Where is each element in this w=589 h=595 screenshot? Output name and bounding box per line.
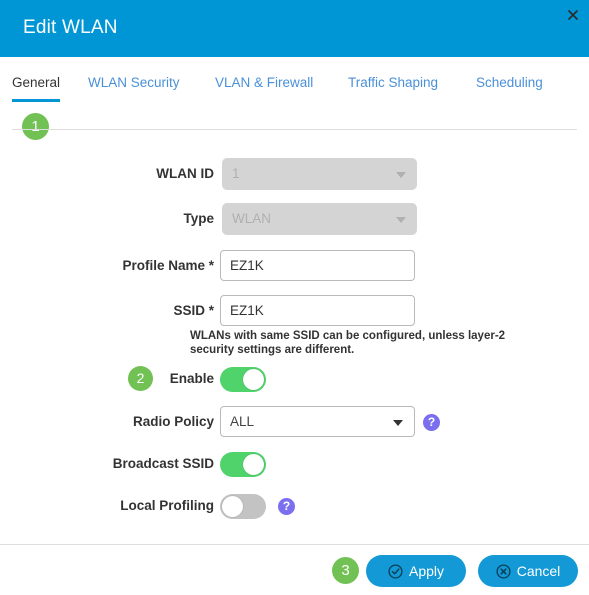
tab-general[interactable]: General bbox=[12, 75, 61, 102]
ssid-label: SSID * bbox=[173, 303, 214, 318]
field-row-wlan-id: WLAN ID 1 bbox=[0, 158, 589, 190]
local-profiling-label: Local Profiling bbox=[120, 498, 214, 513]
type-value: WLAN bbox=[232, 211, 272, 226]
x-circle-icon bbox=[496, 558, 511, 590]
toggle-knob bbox=[243, 369, 264, 390]
toggle-knob bbox=[243, 454, 264, 475]
field-row-ssid: SSID * bbox=[0, 295, 589, 327]
tab-scheduling[interactable]: Scheduling bbox=[476, 75, 543, 99]
tab-bar: General WLAN Security VLAN & Firewall Tr… bbox=[0, 57, 589, 105]
dialog-titlebar: Edit WLAN bbox=[0, 0, 589, 57]
profile-name-input[interactable] bbox=[220, 250, 415, 281]
apply-button[interactable]: Apply bbox=[366, 555, 466, 587]
callout-badge-3: 3 bbox=[332, 557, 359, 584]
chevron-down-icon bbox=[396, 217, 406, 223]
ssid-help-text: WLANs with same SSID can be configured, … bbox=[190, 330, 506, 356]
callout-badge-1: 1 bbox=[22, 113, 49, 140]
help-icon[interactable]: ? bbox=[423, 414, 440, 431]
radio-policy-value: ALL bbox=[230, 414, 255, 429]
wlan-id-label: WLAN ID bbox=[156, 166, 214, 181]
enable-label: Enable bbox=[169, 371, 214, 386]
radio-policy-dropdown[interactable]: ALL bbox=[220, 406, 415, 437]
field-row-type: Type WLAN bbox=[0, 203, 589, 235]
local-profiling-toggle[interactable] bbox=[220, 494, 266, 519]
type-label: Type bbox=[183, 211, 214, 226]
profile-name-label: Profile Name * bbox=[122, 258, 214, 273]
field-row-profile-name: Profile Name * bbox=[0, 250, 589, 282]
tab-vlan-firewall[interactable]: VLAN & Firewall bbox=[215, 75, 313, 99]
help-icon[interactable]: ? bbox=[278, 498, 295, 515]
enable-toggle[interactable] bbox=[220, 367, 266, 392]
apply-button-label: Apply bbox=[408, 563, 445, 579]
close-icon[interactable] bbox=[564, 6, 582, 24]
content-divider-top bbox=[12, 129, 577, 130]
check-circle-icon bbox=[388, 558, 403, 590]
broadcast-ssid-label: Broadcast SSID bbox=[112, 456, 214, 471]
chevron-down-icon bbox=[396, 172, 406, 178]
broadcast-ssid-toggle[interactable] bbox=[220, 452, 266, 477]
tab-traffic-shaping[interactable]: Traffic Shaping bbox=[348, 75, 438, 99]
footer-divider bbox=[0, 544, 589, 545]
cancel-button-label: Cancel bbox=[516, 563, 561, 579]
wlan-id-value: 1 bbox=[232, 166, 240, 181]
tab-wlan-security[interactable]: WLAN Security bbox=[88, 75, 180, 99]
wlan-id-dropdown: 1 bbox=[222, 158, 417, 190]
toggle-knob bbox=[222, 496, 243, 517]
field-row-broadcast-ssid: Broadcast SSID bbox=[0, 448, 589, 480]
cancel-button[interactable]: Cancel bbox=[478, 555, 578, 587]
field-row-local-profiling: Local Profiling ? bbox=[0, 490, 589, 522]
type-dropdown: WLAN bbox=[222, 203, 417, 235]
radio-policy-label: Radio Policy bbox=[132, 414, 214, 429]
chevron-down-icon bbox=[393, 420, 403, 426]
field-row-radio-policy: Radio Policy ALL ? bbox=[0, 406, 589, 438]
field-row-enable: 2 Enable bbox=[0, 363, 589, 395]
page-title: Edit WLAN bbox=[23, 17, 118, 38]
ssid-input[interactable] bbox=[220, 295, 415, 326]
